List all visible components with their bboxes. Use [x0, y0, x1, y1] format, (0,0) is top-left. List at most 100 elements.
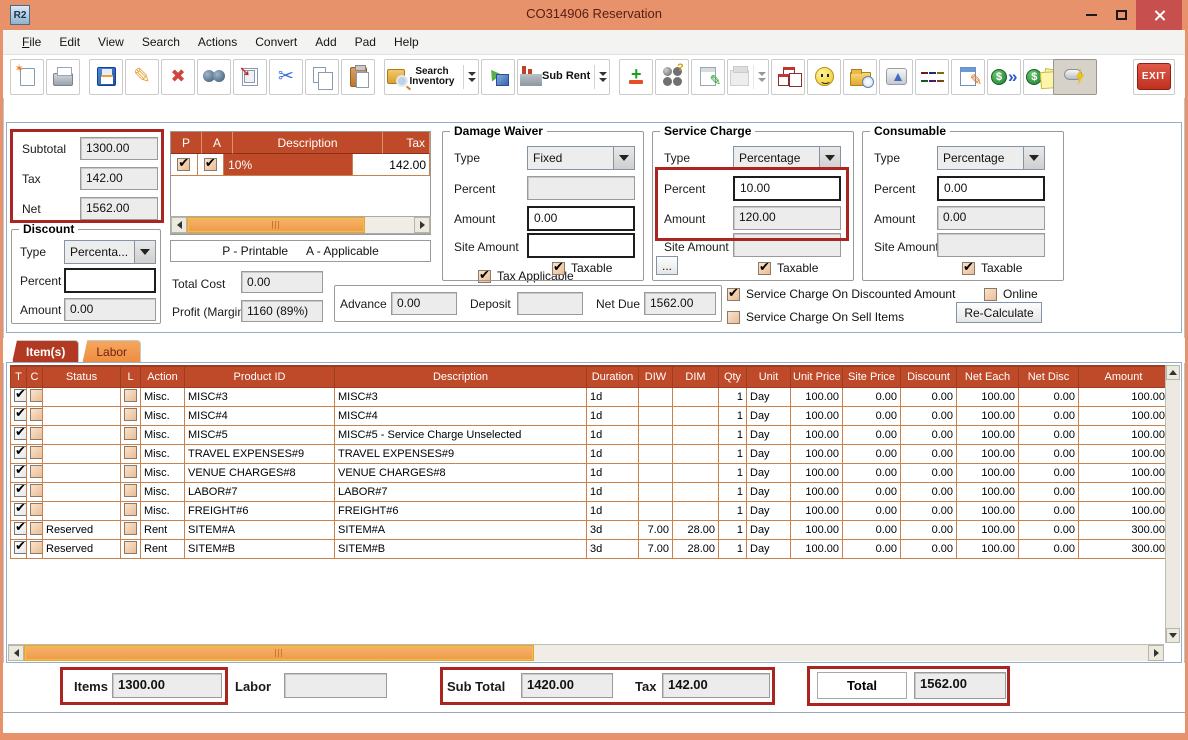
find-button[interactable]: [197, 59, 231, 95]
org-chart-button[interactable]: [771, 59, 805, 95]
t-checkbox[interactable]: [14, 427, 27, 440]
l-checkbox[interactable]: [124, 389, 137, 402]
scroll-down-icon[interactable]: [1166, 628, 1180, 643]
copy-button[interactable]: [305, 59, 339, 95]
table-row[interactable]: ReservedRentSITEM#ASITEM#A3d7.0028.001Da…: [11, 520, 1169, 539]
sc-type-combo[interactable]: Percentage: [733, 146, 841, 170]
table-row[interactable]: Misc.FREIGHT#6FREIGHT#61d1Day100.000.000…: [11, 501, 1169, 520]
table-row[interactable]: Misc.MISC#3MISC#31d1Day100.000.000.00100…: [11, 387, 1169, 406]
tax-table-header-p[interactable]: P: [171, 132, 202, 154]
tax-row-description[interactable]: 10%: [224, 154, 353, 176]
l-checkbox[interactable]: [124, 446, 137, 459]
scroll-right-icon[interactable]: [414, 217, 430, 233]
column-header-description[interactable]: Description: [335, 366, 587, 387]
dw-type-combo[interactable]: Fixed: [527, 146, 635, 170]
t-checkbox[interactable]: [14, 389, 27, 402]
menu-search[interactable]: Search: [133, 32, 189, 52]
items-hscrollbar[interactable]: [8, 644, 1164, 661]
tax-table-row[interactable]: 10% 142.00: [171, 154, 430, 176]
t-checkbox[interactable]: [14, 446, 27, 459]
column-header-unit[interactable]: Unit: [747, 366, 791, 387]
save-button[interactable]: [89, 59, 123, 95]
menu-convert[interactable]: Convert: [246, 32, 306, 52]
dw-taxable-checkbox[interactable]: [552, 262, 565, 275]
t-checkbox[interactable]: [14, 408, 27, 421]
table-row[interactable]: Misc.MISC#4MISC#41d1Day100.000.000.00100…: [11, 406, 1169, 425]
combo-arrow-icon[interactable]: [134, 240, 156, 264]
c-checkbox[interactable]: [30, 522, 43, 535]
c-checkbox[interactable]: [30, 541, 43, 554]
dw-amount-input[interactable]: 0.00: [527, 206, 635, 231]
edit-button[interactable]: [125, 59, 159, 95]
transfer-button[interactable]: [481, 59, 515, 95]
c-checkbox[interactable]: [30, 484, 43, 497]
scroll-up-icon[interactable]: [1166, 365, 1180, 380]
dropdown-arrows-icon[interactable]: [594, 65, 607, 89]
table-row[interactable]: ReservedRentSITEM#BSITEM#B3d7.0028.001Da…: [11, 539, 1169, 558]
group-button[interactable]: [655, 59, 689, 95]
scroll-left-icon[interactable]: [171, 217, 187, 233]
notepad-button[interactable]: [691, 59, 725, 95]
smiley-button[interactable]: [807, 59, 841, 95]
c-checkbox[interactable]: [30, 446, 43, 459]
table-row[interactable]: Misc.TRAVEL EXPENSES#9TRAVEL EXPENSES#91…: [11, 444, 1169, 463]
tax-table-header-a[interactable]: A: [202, 132, 233, 154]
t-checkbox[interactable]: [14, 522, 27, 535]
c-checkbox[interactable]: [30, 503, 43, 516]
l-checkbox[interactable]: [124, 484, 137, 497]
t-checkbox[interactable]: [14, 484, 27, 497]
l-checkbox[interactable]: [124, 503, 137, 516]
printable-checkbox[interactable]: [177, 158, 190, 171]
scroll-left-icon[interactable]: [8, 645, 24, 661]
l-checkbox[interactable]: [124, 427, 137, 440]
t-checkbox[interactable]: [14, 541, 27, 554]
sc-percent-input[interactable]: 10.00: [733, 176, 841, 201]
column-header-c[interactable]: C: [27, 366, 43, 387]
dw-site-amount-input[interactable]: [527, 233, 635, 258]
discount-type-combo[interactable]: Percenta...: [64, 240, 156, 264]
menu-add[interactable]: Add: [306, 32, 345, 52]
sc-taxable-checkbox[interactable]: [758, 262, 771, 275]
sc-on-discounted-checkbox[interactable]: [727, 288, 740, 301]
column-header-duration[interactable]: Duration: [587, 366, 639, 387]
sc-more-button[interactable]: ...: [656, 256, 678, 275]
paste-button[interactable]: [341, 59, 375, 95]
column-header-status[interactable]: Status: [43, 366, 121, 387]
column-header-net-each[interactable]: Net Each: [957, 366, 1019, 387]
con-percent-input[interactable]: 0.00: [937, 176, 1045, 201]
c-checkbox[interactable]: [30, 408, 43, 421]
new-button[interactable]: [10, 59, 44, 95]
column-header-diw[interactable]: DIW: [639, 366, 673, 387]
l-checkbox[interactable]: [124, 541, 137, 554]
discount-percent-input[interactable]: [64, 268, 156, 293]
c-checkbox[interactable]: [30, 389, 43, 402]
tab-item-s-[interactable]: Item(s): [12, 340, 79, 363]
copy-to-button[interactable]: [233, 59, 267, 95]
scrollbar-thumb[interactable]: [24, 645, 534, 661]
print-button[interactable]: [46, 59, 80, 95]
column-header-discount[interactable]: Discount: [901, 366, 957, 387]
calendar-button[interactable]: [727, 59, 769, 95]
assemblies-button[interactable]: [915, 59, 949, 95]
folder-history-button[interactable]: [843, 59, 877, 95]
payment-forward-button[interactable]: $»: [987, 59, 1021, 95]
column-header-site-price[interactable]: Site Price: [843, 366, 901, 387]
con-taxable-checkbox[interactable]: [962, 262, 975, 275]
items-vscrollbar[interactable]: [1165, 365, 1180, 643]
column-header-dim[interactable]: DIM: [673, 366, 719, 387]
menu-pad[interactable]: Pad: [346, 32, 385, 52]
online-checkbox[interactable]: [984, 288, 997, 301]
add-remove-button[interactable]: +: [619, 59, 653, 95]
table-row[interactable]: Misc.MISC#5MISC#5 - Service Charge Unsel…: [11, 425, 1169, 444]
combo-arrow-icon[interactable]: [1023, 146, 1045, 170]
menu-file[interactable]: File: [13, 32, 50, 52]
sc-on-sell-checkbox[interactable]: [727, 311, 740, 324]
scrollbar-thumb[interactable]: [187, 217, 365, 233]
delete-button[interactable]: [161, 59, 195, 95]
t-checkbox[interactable]: [14, 465, 27, 478]
applicable-checkbox[interactable]: [204, 158, 217, 171]
l-checkbox[interactable]: [124, 465, 137, 478]
column-header-qty[interactable]: Qty: [719, 366, 747, 387]
quick-action-button[interactable]: [1053, 59, 1097, 95]
table-row[interactable]: Misc.LABOR#7LABOR#71d1Day100.000.000.001…: [11, 482, 1169, 501]
